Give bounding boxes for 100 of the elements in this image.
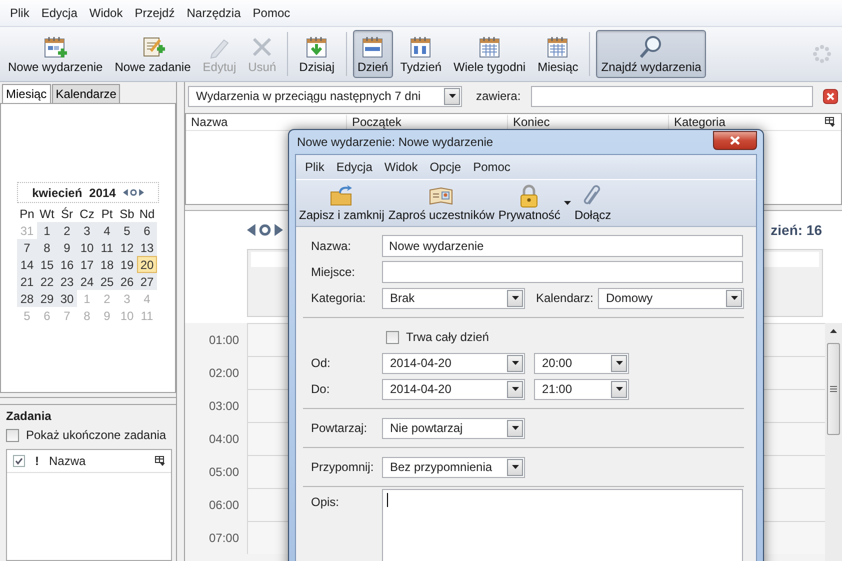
navigation-arrows-icon[interactable]	[247, 224, 283, 236]
calendar-day[interactable]: 21	[17, 273, 37, 290]
checkbox-label: Pokaż ukończone zadania	[26, 428, 166, 442]
window-title: Nowe wydarzenie: Nowe wydarzenie	[297, 135, 494, 149]
time-picker[interactable]: 21:00	[534, 378, 629, 400]
time-picker[interactable]: 20:00	[534, 352, 629, 374]
column-picker-icon[interactable]	[155, 456, 165, 466]
calendar-dropdown[interactable]: Domowy	[598, 288, 744, 308]
calendar-day[interactable]: 20	[137, 256, 157, 273]
repeat-dropdown[interactable]: Nie powtarzaj	[382, 418, 525, 438]
tab[interactable]: Miesiąc	[2, 84, 51, 103]
hour-label: 06:00	[208, 496, 240, 514]
toolbar-button[interactable]: Zaproś uczestników	[386, 180, 496, 226]
calendar-day[interactable]: 29	[37, 290, 57, 307]
toolbar-button[interactable]: Dzień	[352, 30, 394, 78]
calendar-day[interactable]: 2	[57, 222, 77, 239]
clear-icon[interactable]	[823, 88, 838, 104]
checkbox[interactable]	[386, 330, 399, 344]
calendar-day[interactable]: 6	[137, 222, 157, 239]
calendar-day[interactable]: 22	[37, 273, 57, 290]
splitter[interactable]	[0, 397, 176, 405]
calendar-day[interactable]: 9	[57, 239, 77, 256]
menu-item[interactable]: Plik	[4, 4, 36, 22]
scrollbar-thumb[interactable]	[827, 343, 840, 435]
weekday-label: Wt	[38, 206, 56, 222]
location-field[interactable]	[382, 261, 743, 283]
date-picker[interactable]: 2014-04-20	[382, 352, 525, 374]
checkbox-label: Trwa cały dzień	[406, 330, 489, 344]
column-header[interactable]: Kategoria	[669, 115, 825, 129]
menu-item[interactable]: Edycja	[330, 158, 378, 176]
scroll-up-icon[interactable]	[830, 329, 837, 333]
toolbar-button[interactable]: Znajdź wydarzenia	[596, 30, 706, 78]
spinner-icon	[812, 44, 832, 64]
field-label: Kalendarz:	[536, 291, 594, 305]
tab[interactable]: Kalendarze	[52, 84, 120, 103]
menu-item[interactable]: Widok	[378, 158, 424, 176]
calendar-day[interactable]: 18	[97, 256, 117, 273]
description-field[interactable]	[382, 489, 743, 561]
calendar-day[interactable]: 12	[117, 239, 137, 256]
calendar-day[interactable]: 3	[77, 222, 97, 239]
menu-item[interactable]: Pomoc	[246, 4, 296, 22]
calendar-day[interactable]: 1	[37, 222, 57, 239]
close-button[interactable]	[713, 130, 757, 150]
weekday-label: Śr	[60, 206, 74, 222]
calendar-day[interactable]: 14	[17, 256, 37, 273]
calendar-day[interactable]: 10	[77, 239, 97, 256]
toolbar-button[interactable]: Dołącz	[572, 180, 614, 226]
calendar-plus-icon	[42, 34, 68, 60]
toolbar-button[interactable]: Prywatność	[496, 180, 572, 226]
checkbox[interactable]	[6, 428, 19, 442]
toolbar-button[interactable]: Tydzień	[395, 30, 447, 78]
menu-item[interactable]: Narzędzia	[180, 4, 247, 22]
calendar-day[interactable]: 13	[137, 239, 157, 256]
calendar-day[interactable]: 30	[57, 290, 77, 307]
column-header[interactable]: !	[35, 454, 39, 468]
calendar-day[interactable]: 8	[37, 239, 57, 256]
calendar-day[interactable]: 19	[117, 256, 137, 273]
splitter[interactable]	[176, 82, 185, 561]
calendar-day[interactable]: 25	[97, 273, 117, 290]
calendar-day[interactable]: 23	[57, 273, 77, 290]
column-header[interactable]: Nazwa	[49, 454, 145, 468]
filter-dropdown[interactable]: Wydarzenia w przeciągu następnych 7 dni	[188, 86, 462, 106]
calendar-day[interactable]: 17	[77, 256, 97, 273]
category-dropdown[interactable]: Brak	[382, 288, 525, 308]
calendar-day[interactable]: 24	[77, 273, 97, 290]
menu-item[interactable]: Przejdź	[128, 4, 181, 22]
menu-item[interactable]: Opcje	[424, 158, 468, 176]
menu-item[interactable]: Plik	[299, 158, 330, 176]
date-picker[interactable]: 2014-04-20	[382, 378, 525, 400]
calendar-day[interactable]: 7	[17, 239, 37, 256]
weekday-label: Cz	[78, 206, 96, 222]
toolbar-button[interactable]: Wiele tygodni	[448, 30, 531, 78]
caret-icon	[512, 296, 518, 300]
reminder-dropdown[interactable]: Bez przypomnienia	[382, 456, 525, 478]
caret-icon	[512, 361, 518, 365]
calendar-day[interactable]: 28	[17, 290, 37, 307]
toolbar-button[interactable]: Dzisiaj	[294, 30, 340, 78]
grip-icon	[830, 386, 837, 392]
scrollbar[interactable]	[825, 323, 842, 561]
calendar-day[interactable]: 27	[137, 273, 157, 290]
menu-item[interactable]: Pomoc	[467, 158, 516, 176]
search-field[interactable]	[530, 86, 813, 106]
toolbar-button[interactable]: Nowe wydarzenie	[3, 30, 108, 78]
menu-item[interactable]: Edycja	[35, 4, 84, 22]
calendar-day[interactable]: 5	[117, 222, 137, 239]
column-picker-icon[interactable]	[825, 117, 835, 127]
menu-item[interactable]: Widok	[83, 4, 129, 22]
name-field[interactable]: Nowe wydarzenie	[382, 235, 743, 257]
navigation-arrows-icon[interactable]	[122, 189, 144, 196]
calendar-day[interactable]: 26	[117, 273, 137, 290]
toolbar-button[interactable]: Miesiąc	[532, 30, 584, 78]
toolbar-button[interactable]: Nowe zadanie	[110, 30, 196, 78]
hour-label: 01:00	[208, 332, 240, 348]
calendar-day[interactable]: 16	[57, 256, 77, 273]
calendar-day[interactable]: 11	[97, 239, 117, 256]
field-label: Powtarzaj:	[311, 421, 368, 435]
calendar-day[interactable]: 4	[97, 222, 117, 239]
calendar-day[interactable]: 15	[37, 256, 57, 273]
field-label: Miejsce:	[311, 265, 356, 279]
toolbar-button[interactable]: Zapisz i zamknij	[297, 180, 386, 226]
